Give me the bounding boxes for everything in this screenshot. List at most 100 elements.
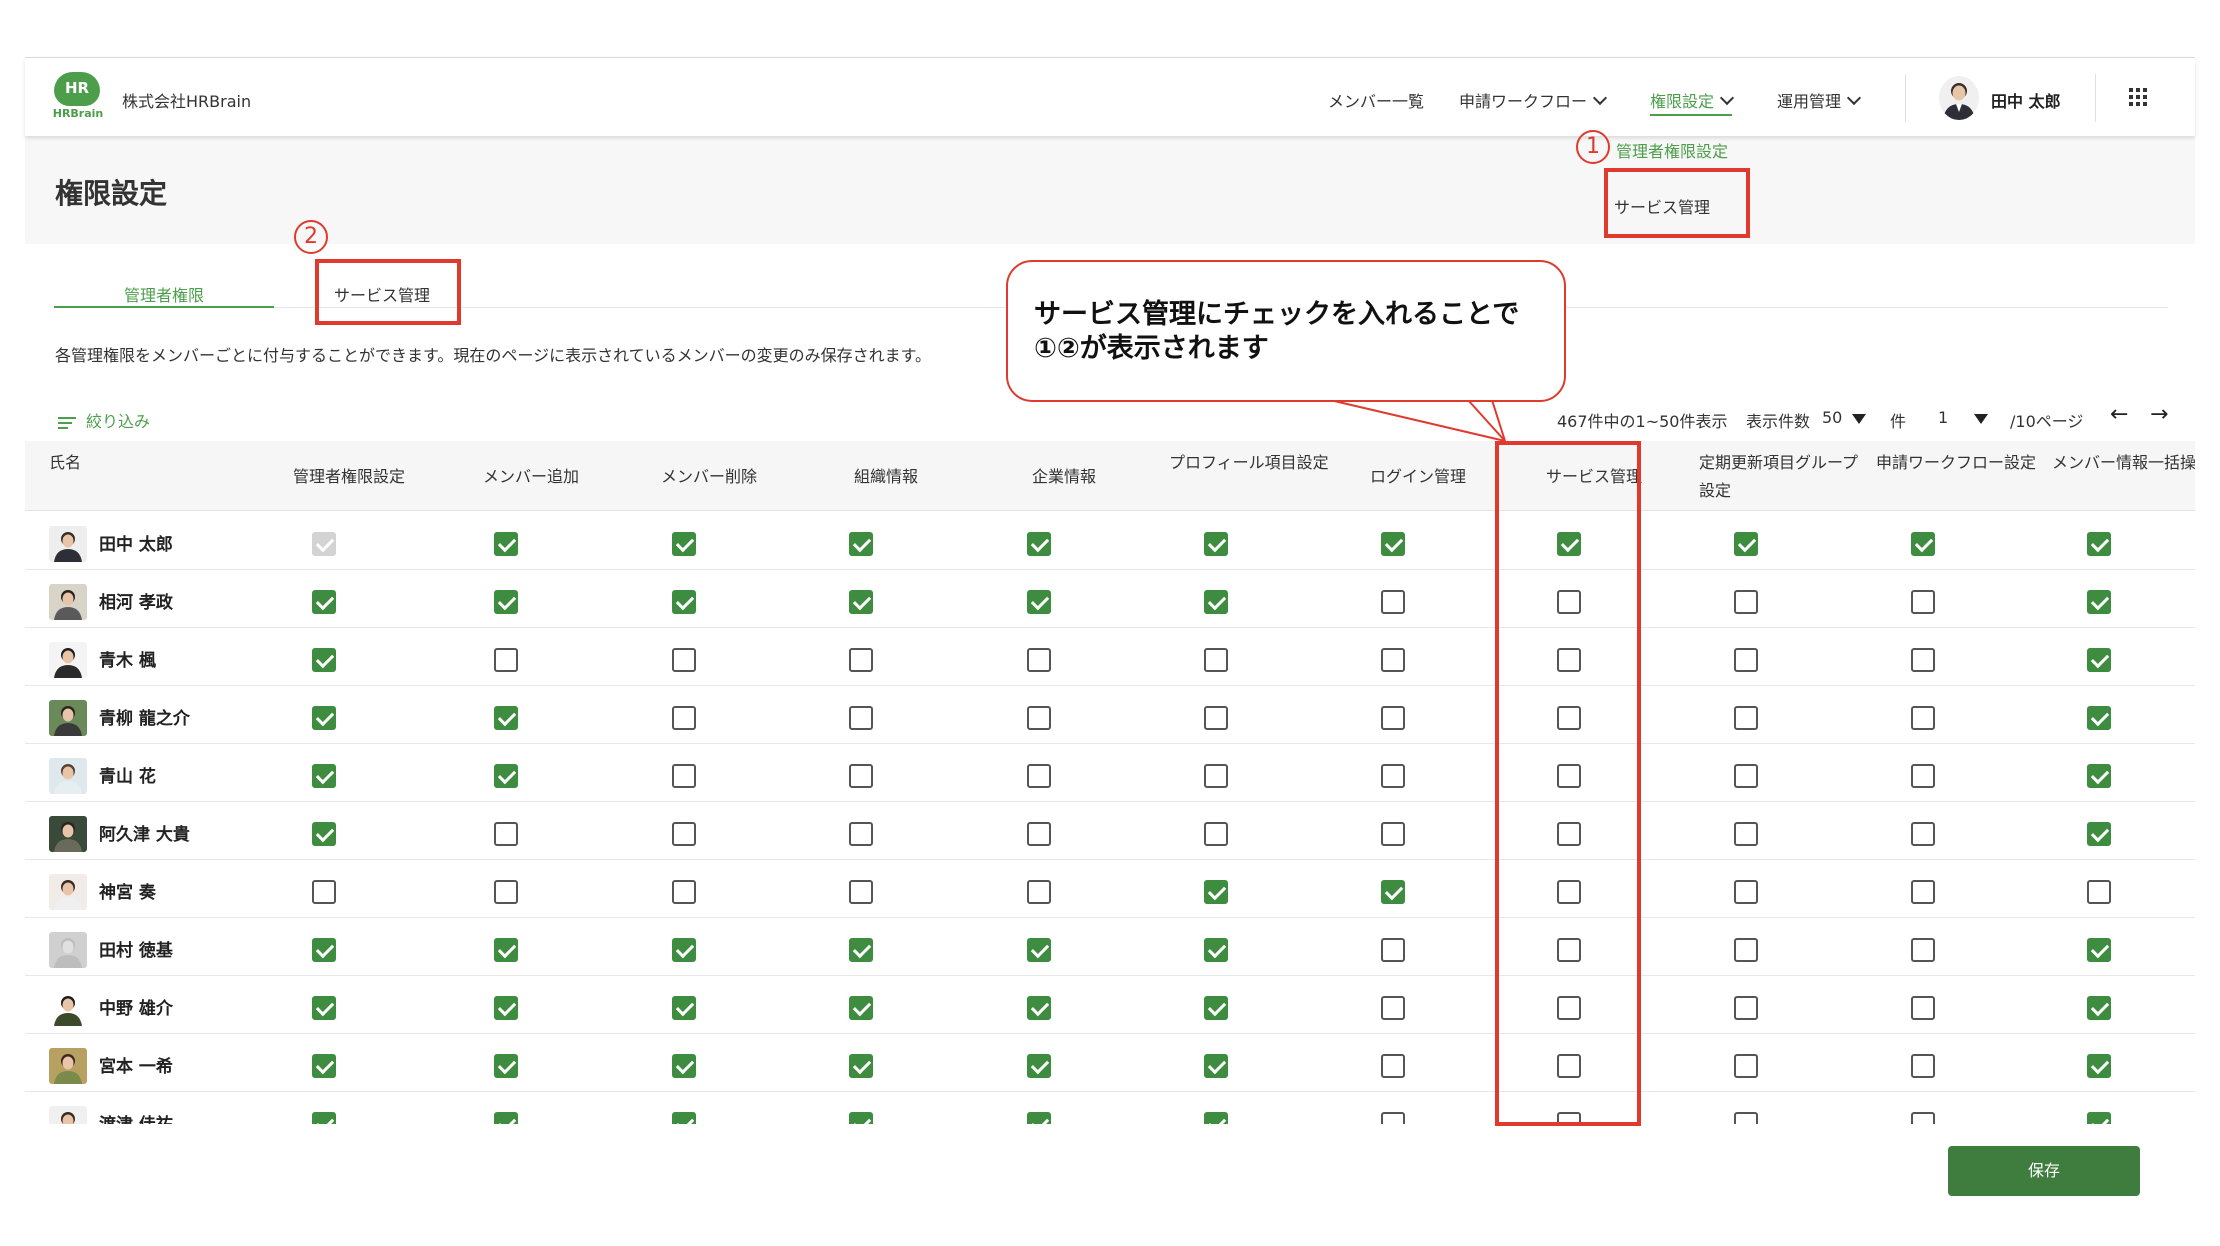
permission-checkbox[interactable] bbox=[312, 648, 336, 672]
permission-checkbox[interactable] bbox=[494, 1054, 518, 1078]
permission-checkbox[interactable] bbox=[2087, 880, 2111, 904]
member-name[interactable]: 渡津 佳祐 bbox=[99, 1110, 173, 1124]
nav-permissions[interactable]: 権限設定 bbox=[1650, 88, 1735, 116]
nav-members[interactable]: メンバー一覧 bbox=[1328, 88, 1424, 112]
member-name[interactable]: 青柳 龍之介 bbox=[99, 704, 190, 729]
permission-checkbox[interactable] bbox=[1381, 590, 1405, 614]
member-name[interactable]: 青木 楓 bbox=[99, 646, 156, 671]
permission-checkbox[interactable] bbox=[1381, 1054, 1405, 1078]
member-name[interactable]: 宮本 一希 bbox=[99, 1052, 173, 1077]
permission-checkbox[interactable] bbox=[849, 880, 873, 904]
permission-checkbox[interactable] bbox=[2087, 532, 2111, 556]
permission-checkbox[interactable] bbox=[2087, 706, 2111, 730]
permission-checkbox[interactable] bbox=[849, 996, 873, 1020]
permission-checkbox[interactable] bbox=[1911, 706, 1935, 730]
permission-checkbox[interactable] bbox=[312, 996, 336, 1020]
user-avatar[interactable] bbox=[1939, 76, 1979, 120]
permission-checkbox[interactable] bbox=[672, 822, 696, 846]
permission-checkbox[interactable] bbox=[1204, 648, 1228, 672]
hrbrain-logo[interactable]: HR HRBrain bbox=[52, 72, 103, 120]
member-name[interactable]: 中野 雄介 bbox=[99, 994, 173, 1019]
permission-checkbox[interactable] bbox=[494, 532, 518, 556]
permission-checkbox[interactable] bbox=[849, 1054, 873, 1078]
prev-page-arrow-icon[interactable]: ← bbox=[2110, 402, 2128, 427]
permission-checkbox[interactable] bbox=[672, 590, 696, 614]
permission-checkbox[interactable] bbox=[672, 532, 696, 556]
permission-checkbox[interactable] bbox=[494, 764, 518, 788]
permission-checkbox[interactable] bbox=[1027, 1112, 1051, 1124]
permission-checkbox[interactable] bbox=[1027, 590, 1051, 614]
permission-checkbox[interactable] bbox=[1381, 532, 1405, 556]
permission-checkbox[interactable] bbox=[1381, 706, 1405, 730]
permission-checkbox[interactable] bbox=[1381, 938, 1405, 962]
member-name[interactable]: 田村 徳基 bbox=[99, 936, 173, 961]
per-page-select[interactable]: 50 bbox=[1822, 408, 1867, 427]
permission-checkbox[interactable] bbox=[1734, 996, 1758, 1020]
permission-checkbox[interactable] bbox=[1381, 648, 1405, 672]
permission-checkbox[interactable] bbox=[1734, 1112, 1758, 1124]
permission-checkbox[interactable] bbox=[849, 1112, 873, 1124]
permission-checkbox[interactable] bbox=[1381, 996, 1405, 1020]
permission-checkbox[interactable] bbox=[1027, 880, 1051, 904]
permission-checkbox[interactable] bbox=[849, 648, 873, 672]
permission-checkbox[interactable] bbox=[1381, 880, 1405, 904]
apps-grid-icon[interactable] bbox=[2129, 88, 2147, 106]
member-name[interactable]: 田中 太郎 bbox=[99, 530, 173, 555]
permission-checkbox[interactable] bbox=[672, 996, 696, 1020]
permission-checkbox[interactable] bbox=[849, 590, 873, 614]
permission-checkbox[interactable] bbox=[1734, 880, 1758, 904]
permission-checkbox[interactable] bbox=[1027, 532, 1051, 556]
permission-checkbox[interactable] bbox=[2087, 1112, 2111, 1124]
permission-checkbox[interactable] bbox=[849, 938, 873, 962]
permission-checkbox[interactable] bbox=[1204, 1112, 1228, 1124]
permission-checkbox[interactable] bbox=[1911, 1054, 1935, 1078]
permission-checkbox[interactable] bbox=[1734, 1054, 1758, 1078]
permission-checkbox[interactable] bbox=[1027, 764, 1051, 788]
permission-checkbox[interactable] bbox=[1734, 764, 1758, 788]
permission-checkbox[interactable] bbox=[849, 764, 873, 788]
next-page-arrow-icon[interactable]: → bbox=[2150, 402, 2168, 427]
member-name[interactable]: 阿久津 大貴 bbox=[99, 820, 190, 845]
permission-checkbox[interactable] bbox=[1204, 532, 1228, 556]
permission-checkbox[interactable] bbox=[2087, 1054, 2111, 1078]
permission-checkbox[interactable] bbox=[2087, 938, 2111, 962]
member-name[interactable]: 青山 花 bbox=[99, 762, 156, 787]
permission-checkbox[interactable] bbox=[1734, 532, 1758, 556]
permission-checkbox[interactable] bbox=[1911, 1112, 1935, 1124]
permission-checkbox[interactable] bbox=[312, 822, 336, 846]
permission-checkbox[interactable] bbox=[849, 822, 873, 846]
permission-checkbox[interactable] bbox=[1734, 822, 1758, 846]
permission-checkbox[interactable] bbox=[1734, 590, 1758, 614]
permission-checkbox[interactable] bbox=[1027, 706, 1051, 730]
permission-checkbox[interactable] bbox=[1911, 938, 1935, 962]
permission-checkbox[interactable] bbox=[494, 706, 518, 730]
permission-checkbox[interactable] bbox=[312, 590, 336, 614]
permission-checkbox[interactable] bbox=[494, 880, 518, 904]
dropdown-admin-permission[interactable]: 管理者権限設定 bbox=[1616, 138, 1728, 162]
permission-checkbox[interactable] bbox=[1204, 996, 1228, 1020]
permission-checkbox[interactable] bbox=[1734, 938, 1758, 962]
permission-checkbox[interactable] bbox=[1204, 1054, 1228, 1078]
permission-checkbox[interactable] bbox=[2087, 996, 2111, 1020]
permission-checkbox[interactable] bbox=[672, 1054, 696, 1078]
permission-checkbox[interactable] bbox=[1734, 706, 1758, 730]
permission-checkbox[interactable] bbox=[1381, 1112, 1405, 1124]
permission-checkbox[interactable] bbox=[672, 938, 696, 962]
permission-checkbox[interactable] bbox=[1911, 880, 1935, 904]
permission-checkbox[interactable] bbox=[2087, 822, 2111, 846]
permission-checkbox[interactable] bbox=[1204, 706, 1228, 730]
permission-checkbox[interactable] bbox=[1911, 764, 1935, 788]
permission-checkbox[interactable] bbox=[2087, 648, 2111, 672]
permission-checkbox[interactable] bbox=[1911, 822, 1935, 846]
permission-checkbox[interactable] bbox=[1734, 648, 1758, 672]
permission-checkbox[interactable] bbox=[672, 1112, 696, 1124]
nav-workflow[interactable]: 申請ワークフロー bbox=[1459, 88, 1608, 112]
permission-checkbox[interactable] bbox=[1381, 822, 1405, 846]
permission-checkbox[interactable] bbox=[312, 1112, 336, 1124]
permission-checkbox[interactable] bbox=[1204, 938, 1228, 962]
permission-checkbox[interactable] bbox=[312, 938, 336, 962]
permission-checkbox[interactable] bbox=[849, 706, 873, 730]
permission-checkbox[interactable] bbox=[1911, 996, 1935, 1020]
filter-button[interactable]: 絞り込み bbox=[58, 408, 150, 432]
permission-checkbox[interactable] bbox=[1027, 648, 1051, 672]
